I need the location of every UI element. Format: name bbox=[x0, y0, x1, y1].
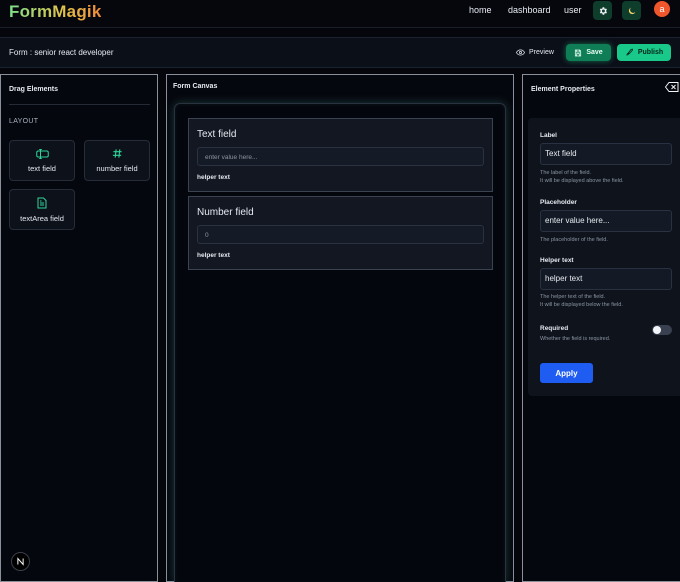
drag-elements-panel: Drag Elements LAYOUT text field number f… bbox=[0, 74, 158, 582]
nextjs-badge[interactable] bbox=[11, 552, 30, 571]
preview-label: Preview bbox=[529, 49, 554, 56]
publish-label: Publish bbox=[637, 49, 664, 56]
eye-icon bbox=[516, 48, 525, 57]
element-properties-title: Element Properties bbox=[531, 86, 595, 93]
hash-icon bbox=[112, 148, 123, 159]
save-label: Save bbox=[586, 49, 603, 56]
save-icon bbox=[574, 49, 582, 57]
form-canvas-title: Form Canvas bbox=[173, 83, 218, 90]
helper-prop-input[interactable]: helper text bbox=[540, 268, 672, 290]
moon-icon bbox=[627, 6, 637, 16]
n-logo-icon bbox=[16, 557, 25, 566]
app-logo[interactable]: FormMagik bbox=[9, 2, 101, 22]
drag-elements-title: Drag Elements bbox=[9, 86, 59, 93]
theme-toggle-button[interactable] bbox=[622, 1, 641, 20]
text-field-icon bbox=[35, 148, 49, 159]
placeholder-prop-input[interactable]: enter value here... bbox=[540, 210, 672, 232]
label-prop-desc: The label of the field. It will be displ… bbox=[540, 170, 624, 184]
layout-section-label: LAYOUT bbox=[9, 118, 39, 125]
form-canvas-panel: Form Canvas Text field enter value here.… bbox=[166, 74, 514, 582]
canvas-field-text[interactable]: Text field enter value here... helper te… bbox=[188, 118, 493, 192]
number-input[interactable]: 0 bbox=[197, 225, 484, 244]
number-field-element[interactable]: number field bbox=[84, 140, 150, 181]
text-field-element-label: text field bbox=[28, 163, 56, 173]
save-button[interactable]: Save bbox=[566, 44, 611, 61]
avatar[interactable]: a bbox=[654, 1, 670, 17]
divider bbox=[9, 104, 150, 105]
placeholder-prop-title: Placeholder bbox=[540, 199, 577, 206]
rocket-icon bbox=[625, 48, 634, 57]
textarea-field-element[interactable]: textArea field bbox=[9, 189, 75, 230]
publish-button[interactable]: Publish bbox=[617, 44, 671, 61]
required-prop-desc: Whether the field is required. bbox=[540, 336, 611, 342]
form-canvas-dropzone[interactable]: Text field enter value here... helper te… bbox=[174, 103, 506, 582]
helper-prop-title: Helper text bbox=[540, 257, 574, 264]
preview-button[interactable]: Preview bbox=[516, 48, 554, 57]
helper-prop-desc: The helper text of the field. It will be… bbox=[540, 294, 623, 308]
field-helper-text: helper text bbox=[197, 174, 230, 181]
settings-button[interactable] bbox=[593, 1, 612, 20]
backspace-close-icon bbox=[665, 82, 679, 92]
field-label: Text field bbox=[197, 129, 237, 140]
nav-link-user[interactable]: user bbox=[564, 5, 582, 15]
canvas-field-number[interactable]: Number field 0 helper text bbox=[188, 196, 493, 270]
toggle-knob bbox=[653, 326, 661, 334]
field-helper-text: helper text bbox=[197, 252, 230, 259]
text-field-element[interactable]: text field bbox=[9, 140, 75, 181]
form-title: Form : senior react developer bbox=[9, 48, 114, 57]
form-toolbar: Form : senior react developer Preview Sa… bbox=[0, 37, 680, 68]
top-nav: FormMagik home dashboard user a bbox=[0, 0, 680, 28]
file-text-icon bbox=[37, 197, 47, 209]
label-prop-title: Label bbox=[540, 132, 557, 139]
nav-link-home[interactable]: home bbox=[469, 5, 492, 15]
required-prop-title: Required bbox=[540, 325, 569, 332]
element-properties-panel: Element Properties Label Text field The … bbox=[522, 74, 680, 582]
required-toggle[interactable] bbox=[652, 325, 672, 335]
gear-icon bbox=[598, 6, 608, 16]
textarea-field-element-label: textArea field bbox=[20, 213, 64, 223]
placeholder-prop-desc: The placeholder of the field. bbox=[540, 237, 608, 243]
label-prop-input[interactable]: Text field bbox=[540, 143, 672, 165]
close-properties-button[interactable] bbox=[665, 82, 679, 92]
field-label: Number field bbox=[197, 207, 254, 218]
number-field-element-label: number field bbox=[96, 164, 138, 173]
nav-link-dashboard[interactable]: dashboard bbox=[508, 5, 551, 15]
apply-button[interactable]: Apply bbox=[540, 363, 593, 383]
text-input[interactable]: enter value here... bbox=[197, 147, 484, 166]
properties-form: Label Text field The label of the field.… bbox=[528, 118, 680, 396]
